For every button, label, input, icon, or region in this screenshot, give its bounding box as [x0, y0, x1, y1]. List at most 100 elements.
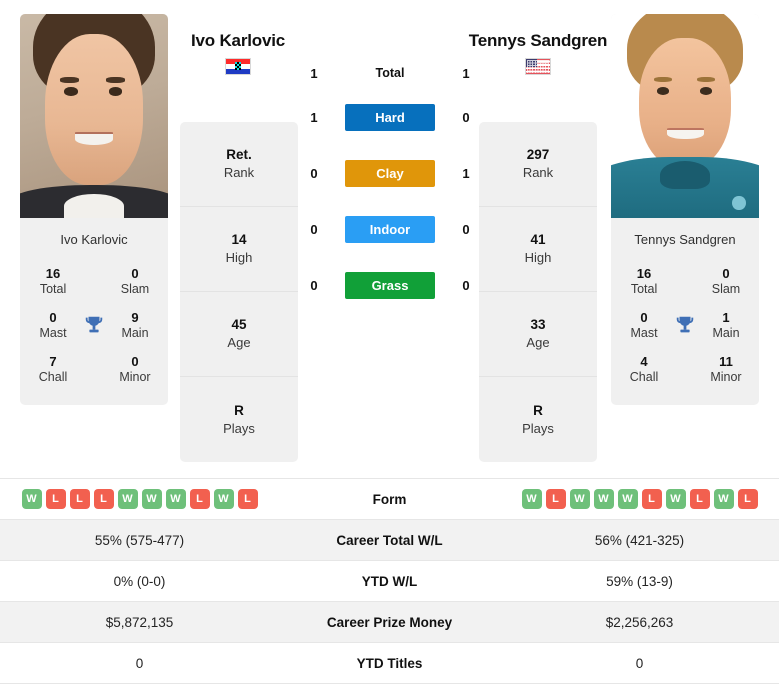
value-left: 0	[135, 655, 144, 671]
form-badge-l[interactable]: L	[689, 489, 710, 509]
form-badge-w[interactable]: W	[521, 489, 542, 509]
form-badge-l[interactable]: L	[237, 489, 258, 509]
player-name-right[interactable]: Tennys Sandgren	[468, 30, 608, 51]
surface-badge-grass[interactable]: Grass	[345, 271, 435, 299]
stat-label: Age	[227, 335, 251, 350]
head-to-head-panel: 1 Total 1 1 Hard 0 0 Clay 1 0 Indoor 0 0…	[300, 57, 480, 313]
form-badge-w[interactable]: W	[617, 489, 638, 509]
form-badge-w[interactable]: W	[213, 489, 234, 509]
form-badge-w[interactable]: W	[117, 489, 138, 509]
player-photo-right	[611, 14, 759, 218]
titles-value: 7	[49, 353, 57, 369]
player-header-right: Tennys Sandgren	[468, 30, 608, 75]
form-strip-right: WLWWWLWLWL	[500, 489, 779, 509]
row-label: YTD Titles	[356, 655, 423, 671]
titles-value: 1	[722, 309, 730, 325]
titles-grid-left: 16 Total 0 Slam 0 Mast 9 Main 7 Chall 0 …	[20, 259, 168, 405]
player-photo-name-right: Tennys Sandgren	[634, 232, 736, 247]
form-badge-w[interactable]: W	[593, 489, 614, 509]
stat-label: High	[524, 250, 552, 265]
titles-cell: 0 Slam	[699, 266, 753, 297]
stat-value: 33	[530, 317, 546, 332]
form-badge-w[interactable]: W	[569, 489, 590, 509]
titles-label: Main	[712, 325, 740, 340]
h2h-left-count: 1	[310, 65, 318, 81]
player-card-left[interactable]: Ivo Karlovic 16 Total 0 Slam 0 Mast 9 Ma…	[20, 14, 168, 405]
titles-label: Chall	[38, 369, 68, 384]
form-badge-l[interactable]: L	[69, 489, 90, 509]
titles-row: 0 Mast 9 Main	[26, 303, 162, 347]
titles-value: 4	[640, 353, 648, 369]
stat-label: Rank	[522, 165, 554, 180]
h2h-surface-wrap: Hard	[345, 103, 435, 131]
h2h-total-label-wrap: Total	[345, 64, 435, 82]
stat-section: 33 Age	[479, 292, 597, 377]
h2h-row-indoor: 0 Indoor 0	[300, 201, 480, 257]
titles-label: Slam	[120, 281, 150, 296]
form-badge-l[interactable]: L	[641, 489, 662, 509]
table-row-career-prize-money: $5,872,135 Career Prize Money $2,256,263	[0, 602, 779, 643]
titles-cell: 0 Minor	[108, 354, 162, 385]
titles-cell: 0 Mast	[26, 310, 80, 341]
comparison-header: Ivo Karlovic 16 Total 0 Slam 0 Mast 9 Ma…	[0, 0, 779, 478]
player-header-left: Ivo Karlovic	[168, 30, 308, 75]
stats-card-left: Ret. Rank 14 High 45 Age R Plays	[180, 122, 298, 462]
titles-label: Slam	[711, 281, 741, 296]
row-label: Career Prize Money	[326, 614, 453, 630]
h2h-row-total: 1 Total 1	[300, 57, 480, 89]
titles-value: 9	[131, 309, 139, 325]
titles-value: 0	[722, 265, 730, 281]
player-name-left[interactable]: Ivo Karlovic	[168, 30, 308, 51]
h2h-right-count: 0	[462, 277, 470, 293]
surface-badge-hard[interactable]: Hard	[345, 103, 435, 131]
form-cell-right: WLWWWLWLWL	[500, 489, 779, 509]
form-badge-w[interactable]: W	[665, 489, 686, 509]
h2h-surface-wrap: Grass	[345, 271, 435, 299]
titles-row: 16 Total 0 Slam	[617, 259, 753, 303]
value-left: 0% (0-0)	[113, 573, 166, 589]
titles-label: Main	[121, 325, 149, 340]
titles-row: 0 Mast 1 Main	[617, 303, 753, 347]
titles-value: 16	[636, 265, 652, 281]
form-badge-w[interactable]: W	[713, 489, 734, 509]
stat-value: R	[234, 402, 244, 418]
stat-section: R Plays	[180, 377, 298, 462]
form-badge-l[interactable]: L	[45, 489, 66, 509]
value-left: 55% (575-477)	[94, 532, 185, 548]
titles-cell: 0 Mast	[617, 310, 671, 341]
h2h-surface-wrap: Indoor	[345, 215, 435, 243]
h2h-right-count: 1	[462, 165, 470, 181]
h2h-left-count: 0	[310, 221, 318, 237]
titles-row: 4 Chall 11 Minor	[617, 347, 753, 391]
titles-cell: 1 Main	[699, 310, 753, 341]
surface-badge-clay[interactable]: Clay	[345, 159, 435, 187]
value-right: 56% (421-325)	[594, 532, 685, 548]
titles-value: 0	[49, 309, 57, 325]
h2h-left-count: 0	[310, 165, 318, 181]
player-card-right[interactable]: Tennys Sandgren 16 Total 0 Slam 0 Mast 1…	[611, 14, 759, 405]
value-left: $5,872,135	[105, 614, 174, 630]
titles-value: 11	[719, 353, 733, 369]
row-label: YTD W/L	[361, 573, 418, 589]
surface-badge-indoor[interactable]: Indoor	[345, 215, 435, 243]
form-badge-l[interactable]: L	[93, 489, 114, 509]
titles-label: Total	[630, 281, 658, 296]
form-badge-l[interactable]: L	[737, 489, 758, 509]
form-badge-l[interactable]: L	[189, 489, 210, 509]
form-strip-left: WLLLWWWLWL	[0, 489, 279, 509]
comparison-table: WLLLWWWLWL Form WLWWWLWLWL 55% (575-477)…	[0, 478, 779, 684]
form-badge-w[interactable]: W	[21, 489, 42, 509]
form-badge-l[interactable]: L	[545, 489, 566, 509]
h2h-left-count: 1	[310, 109, 318, 125]
value-right: $2,256,263	[605, 614, 674, 630]
stat-section: 297 Rank	[479, 122, 597, 207]
titles-value: 16	[45, 265, 61, 281]
form-badge-w[interactable]: W	[165, 489, 186, 509]
titles-value: 0	[131, 353, 139, 369]
titles-label: Total	[39, 281, 67, 296]
titles-label: Minor	[119, 369, 151, 384]
titles-row: 16 Total 0 Slam	[26, 259, 162, 303]
stat-value: 297	[526, 147, 550, 162]
form-badge-w[interactable]: W	[141, 489, 162, 509]
flag-croatia-icon	[225, 58, 251, 75]
